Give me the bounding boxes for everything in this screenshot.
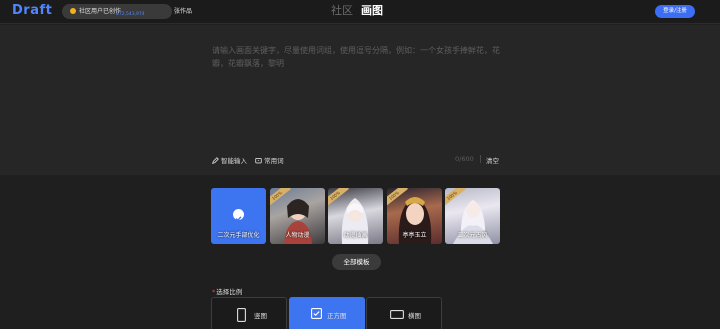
template-card[interactable]: 100% 二次元古风 [445, 188, 500, 244]
check-icon [233, 209, 244, 222]
common-words-label: 常用词 [264, 157, 284, 165]
common-words-button[interactable]: 常用词 [255, 155, 284, 165]
template-card[interactable]: 100% 亭亭玉立 [387, 188, 442, 244]
login-register-button[interactable]: 登录/注册 [655, 5, 695, 18]
ratio-title: 选择比例 [216, 288, 243, 296]
tab-draw[interactable]: 画图 [361, 4, 383, 18]
template-card[interactable]: 100% 人物动漫 [270, 188, 325, 244]
creation-count-pill: 社区用户已创作 272,543,974 张作品 [62, 4, 192, 19]
ratio-label: 正方图 [327, 312, 347, 320]
template-label: 二次元手部优化 [217, 232, 260, 239]
ratio-label: 竖图 [254, 312, 267, 320]
ratio-option-landscape[interactable]: 横图 [366, 297, 442, 329]
smart-input-label: 智能输入 [221, 157, 247, 165]
creation-notice-label: 社区用户已创作 [79, 8, 122, 15]
template-card-selected[interactable]: 二次元手部优化 [211, 188, 266, 244]
portrait-icon [237, 308, 246, 322]
template-label: 二次元古风 [457, 232, 488, 239]
creation-notice-suffix: 张作品 [174, 8, 193, 15]
prompt-tools: 智能输入 常用词 [212, 155, 290, 165]
notice-dot-icon [70, 8, 76, 14]
top-bar: Draft 社区用户已创作 272,543,974 张作品 社区 画图 登录/注… [0, 0, 720, 24]
all-templates-button[interactable]: 全部模板 [332, 254, 381, 270]
ratio-label: 横图 [408, 312, 421, 320]
template-label: 人物动漫 [285, 232, 310, 239]
app-logo[interactable]: Draft [12, 3, 52, 19]
ratio-option-square[interactable]: 正方图 [289, 297, 365, 329]
smart-input-button[interactable]: 智能输入 [212, 155, 247, 165]
pen-icon [212, 157, 219, 164]
ratio-section-title: *选择比例 [212, 286, 242, 296]
tab-community[interactable]: 社区 [331, 4, 353, 18]
template-label: 动漫插画 [343, 232, 368, 239]
folder-icon [255, 157, 262, 164]
square-check-icon [311, 308, 322, 319]
prompt-placeholder[interactable]: 请输入画面关键字，尽量使用词组，使用逗号分隔，例如：一个女孩手捧鲜花，花瓣，花瓣… [212, 44, 508, 70]
char-counter: 0/600 [455, 155, 474, 163]
template-list: 二次元手部优化 100% 人物动漫 100% 动漫插画 100% 亭亭玉立 10… [211, 188, 501, 244]
creation-count: 272,543,974 [116, 12, 145, 17]
divider [480, 155, 481, 163]
clear-button[interactable]: 清空 [486, 155, 499, 165]
template-label: 亭亭玉立 [402, 232, 427, 239]
landscape-icon [390, 310, 404, 319]
template-card[interactable]: 100% 动漫插画 [328, 188, 383, 244]
ratio-option-portrait[interactable]: 竖图 [211, 297, 287, 329]
required-mark: * [212, 288, 216, 296]
